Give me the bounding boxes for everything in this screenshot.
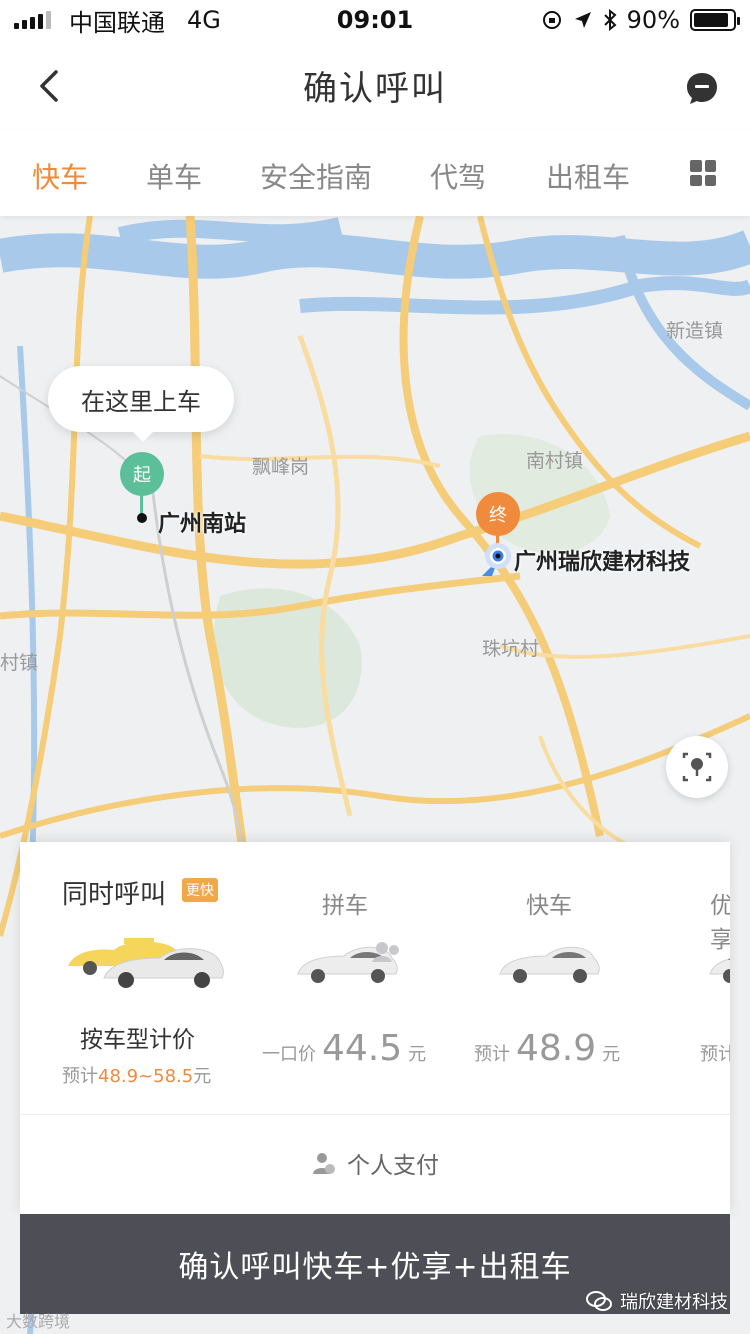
- combo-title: 同时呼叫: [62, 880, 167, 910]
- option-name: 拼车: [322, 893, 368, 919]
- carrier-label: 中国联通: [69, 8, 165, 37]
- battery-percent: 90%: [626, 6, 680, 34]
- price-label: 预计: [474, 1044, 510, 1065]
- start-place-name: 广州南站: [158, 512, 247, 537]
- price-row: 预计 48.9 元: [474, 1028, 620, 1069]
- watermark-left: 大数跨境: [6, 1312, 71, 1331]
- start-pin-icon: 起: [120, 452, 164, 496]
- rotation-lock-icon: [542, 11, 561, 29]
- back-icon[interactable]: [30, 66, 70, 106]
- map-label: 飘峰岗: [252, 456, 310, 478]
- combo-price-range: 预计48.9~58.5元: [62, 1062, 211, 1088]
- ride-options: 同时呼叫 更快 按车型计价 预计48.9~58.5元 拼车 一口价 44.5 元…: [20, 842, 730, 1114]
- nav-bar: 确认呼叫: [0, 40, 750, 130]
- map-label: 新造镇: [666, 320, 724, 342]
- combo-range-unit: 元: [193, 1066, 212, 1087]
- tab-safety-guide[interactable]: 安全指南: [260, 156, 372, 196]
- bluetooth-icon: [603, 9, 617, 31]
- price-value: 44.5: [322, 1028, 403, 1069]
- service-tabs: 快车 单车 安全指南 代驾 出租车: [0, 130, 750, 216]
- combo-range-label: 预计: [62, 1066, 98, 1087]
- page-title: 确认呼叫: [303, 68, 447, 109]
- network-label: 4G: [187, 6, 221, 34]
- payment-label: 个人支付: [347, 1153, 439, 1179]
- locate-icon: [682, 752, 712, 782]
- car-express-icon: [499, 946, 600, 983]
- faster-badge: 更快: [182, 878, 218, 902]
- map-label: 南村镇: [526, 450, 584, 472]
- end-place-name: 广州瑞欣建材科技: [514, 550, 691, 575]
- tab-daijia[interactable]: 代驾: [430, 156, 486, 196]
- price-unit: 元: [602, 1044, 621, 1065]
- status-time: 09:01: [336, 6, 414, 34]
- recenter-button[interactable]: [666, 736, 728, 798]
- price-row: 一口价 44.5 元: [262, 1028, 426, 1069]
- watermark-text: 瑞欣建材科技: [620, 1292, 728, 1313]
- price-row: 预计 5: [700, 1028, 730, 1069]
- battery-icon: [690, 9, 740, 31]
- map-label: 珠坑村: [482, 638, 540, 660]
- combo-pricing-label: 按车型计价: [80, 1027, 195, 1053]
- signal-icon: [14, 11, 51, 29]
- option-kuaiche[interactable]: 快车 预计 48.9 元: [450, 842, 650, 1114]
- pickup-tooltip[interactable]: 在这里上车: [48, 366, 234, 442]
- option-pinche[interactable]: 拼车 一口价 44.5 元: [250, 842, 450, 1114]
- price-label: 预计: [700, 1044, 730, 1065]
- car-carpool-icon: [297, 942, 399, 983]
- location-icon: [574, 12, 591, 28]
- option-name: 快车: [526, 893, 572, 919]
- divider: [20, 1114, 730, 1115]
- tab-danche[interactable]: 单车: [146, 156, 202, 196]
- status-bar: 中国联通 4G 09:01 90%: [0, 0, 750, 40]
- payment-selector[interactable]: 个人支付: [20, 1138, 730, 1188]
- combo-option[interactable]: 同时呼叫 更快 按车型计价 预计48.9~58.5元: [20, 842, 250, 1114]
- watermark: 瑞欣建材科技: [586, 1288, 728, 1314]
- person-pay-icon: [313, 1153, 335, 1174]
- ride-options-card: 同时呼叫 更快 按车型计价 预计48.9~58.5元 拼车 一口价 44.5 元…: [20, 842, 730, 1214]
- map-label: 村镇: [0, 652, 39, 674]
- car-premium-icon: [709, 958, 730, 983]
- more-grid-icon[interactable]: [690, 160, 716, 186]
- wechat-icon: [586, 1291, 612, 1311]
- message-icon[interactable]: [684, 70, 720, 106]
- current-location-icon: [482, 543, 511, 576]
- option-youxiang[interactable]: 优享 预计 5: [650, 842, 730, 1114]
- tab-taxi[interactable]: 出租车: [546, 156, 630, 196]
- combo-range-value: 48.9~58.5: [98, 1066, 194, 1087]
- price-value: 48.9: [516, 1028, 597, 1069]
- price-unit: 元: [408, 1044, 427, 1065]
- end-pin-icon: 终: [476, 492, 520, 536]
- start-point-dot: [137, 513, 147, 523]
- combo-cars-image: [68, 938, 224, 988]
- tab-kuaiche[interactable]: 快车: [32, 156, 88, 196]
- price-label: 一口价: [262, 1044, 316, 1065]
